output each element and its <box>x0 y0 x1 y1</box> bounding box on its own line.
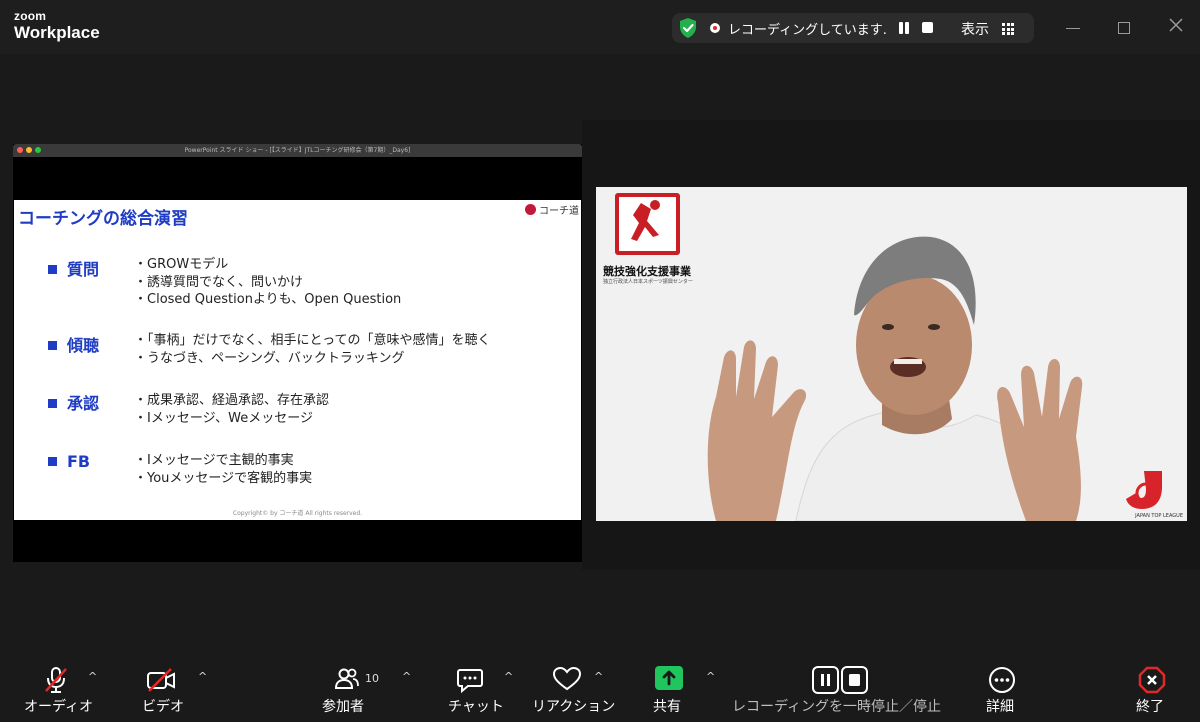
section-heading-text: 承認 <box>67 394 100 413</box>
chat-bubble-icon[interactable] <box>456 666 484 694</box>
heart-icon[interactable] <box>552 666 582 692</box>
recording-status-pill[interactable]: レコーディングしています... 表示 <box>672 13 1034 43</box>
bullet-item: ・Iメッセージで主観的事実 <box>134 453 294 468</box>
presentation-slide: コーチングの総合演習 コーチ道 質問 ・GROWモデル ・誘導質問でなく、問いか… <box>14 200 581 520</box>
chat-label: チャット <box>448 699 504 715</box>
section-heading: 質問 <box>48 256 99 280</box>
bullet-square-icon <box>48 399 57 408</box>
bullet-square-icon <box>48 457 57 466</box>
recording-control-button[interactable]: レコーディングを一時停止／停止 <box>730 656 950 722</box>
minimize-button[interactable] <box>1066 28 1080 29</box>
participant-figure <box>707 236 1162 521</box>
slide-logo: コーチ道 <box>525 202 579 217</box>
share-screen-icon[interactable] <box>655 666 683 690</box>
participants-label: 参加者 <box>322 699 364 715</box>
bullet-square-icon <box>48 341 57 350</box>
app-logo: zoom Workplace <box>14 10 100 41</box>
bullet-item: ・Youメッセージで客観的事実 <box>134 470 313 486</box>
chat-button[interactable]: ^ チャット <box>448 656 518 722</box>
jtl-corner-text: JAPAN TOP LEAGUE <box>1135 513 1183 519</box>
participant-video[interactable]: 競技強化支援事業 独立行政法人日本スポーツ振興センター JAPAN TOP LE… <box>596 187 1187 521</box>
screen-share: PowerPoint スライド ショー - [【スライド】JTLコーチング研修会… <box>13 144 582 562</box>
shared-window-title: PowerPoint スライド ショー - [【スライド】JTLコーチング研修会… <box>184 147 411 154</box>
section-heading-text: FB <box>67 452 91 471</box>
bullet-item: ・「事柄」だけでなく、相手にとっての「意味や感情」を聴く <box>134 333 491 348</box>
end-label: 終了 <box>1136 699 1164 715</box>
microphone-muted-icon[interactable] <box>43 666 69 694</box>
end-meeting-button[interactable]: 終了 <box>1134 656 1174 722</box>
participants-options-chevron-icon[interactable]: ^ <box>402 670 411 683</box>
stop-recording-icon[interactable] <box>922 22 933 33</box>
bullet-square-icon <box>48 265 57 274</box>
share-options-chevron-icon[interactable]: ^ <box>706 670 715 683</box>
brand-small: zoom <box>14 9 47 23</box>
close-window-icon[interactable] <box>1166 15 1186 35</box>
end-meeting-icon[interactable] <box>1138 666 1166 694</box>
audio-options-chevron-icon[interactable]: ^ <box>88 670 97 683</box>
brand-large: Workplace <box>14 23 100 42</box>
bullet-item: ・うなづき、ペーシング、バックトラッキング <box>134 350 405 366</box>
chat-options-chevron-icon[interactable]: ^ <box>504 670 513 683</box>
grid-view-icon[interactable] <box>1002 23 1014 35</box>
meeting-toolbar: ^ オーディオ ^ ビデオ 10 ^ 参加者 ^ チャット ^ リアクション ^… <box>0 656 1200 722</box>
reactions-label: リアクション <box>532 699 616 715</box>
pause-recording-icon[interactable] <box>898 22 910 34</box>
shield-check-icon[interactable] <box>678 17 698 39</box>
section-bullets: ・Iメッセージで主観的事実 ・Youメッセージで客観的事実 <box>134 452 312 487</box>
slide-title: コーチングの総合演習 <box>18 209 188 229</box>
shared-window-titlebar: PowerPoint スライド ショー - [【スライド】JTLコーチング研修会… <box>13 144 582 157</box>
slide-logo-text: コーチ道 <box>539 206 579 217</box>
more-button[interactable]: 詳細 <box>984 656 1024 722</box>
video-button[interactable]: ^ ビデオ <box>140 656 220 722</box>
section-heading-text: 質問 <box>67 260 100 279</box>
reactions-options-chevron-icon[interactable]: ^ <box>594 670 603 683</box>
share-screen-button[interactable]: ^ 共有 <box>650 656 720 722</box>
section-heading: 承認 <box>48 390 99 414</box>
video-label: ビデオ <box>142 699 184 715</box>
participants-count: 10 <box>365 672 379 685</box>
section-heading: FB <box>48 452 90 471</box>
bullet-item: ・Iメッセージ、Weメッセージ <box>134 410 314 426</box>
recording-control-label: レコーディングを一時停止／停止 <box>732 699 942 715</box>
audio-button[interactable]: ^ オーディオ <box>22 656 112 722</box>
bullet-item: ・GROWモデル <box>134 257 229 272</box>
section-bullets: ・GROWモデル ・誘導質問でなく、問いかけ ・Closed Questionよ… <box>134 256 401 309</box>
slide-copyright: Copyright© by コーチ道 All rights reserved. <box>232 510 363 517</box>
coach-logo-icon <box>525 204 536 215</box>
audio-label: オーディオ <box>24 699 94 715</box>
meeting-stage: PowerPoint スライド ショー - [【スライド】JTLコーチング研修会… <box>0 54 1200 656</box>
pause-stop-recording-icon[interactable] <box>812 666 868 694</box>
section-heading: 傾聴 <box>48 332 99 356</box>
bullet-item: ・成果承認、経過承認、存在承認 <box>134 393 330 408</box>
more-label: 詳細 <box>986 699 1014 715</box>
video-options-chevron-icon[interactable]: ^ <box>198 670 207 683</box>
reactions-button[interactable]: ^ リアクション <box>532 656 616 722</box>
section-bullets: ・「事柄」だけでなく、相手にとっての「意味や感情」を聴く ・うなづき、ペーシング… <box>134 332 490 367</box>
bullet-item: ・誘導質問でなく、問いかけ <box>134 274 304 290</box>
bullet-item: ・Closed Questionよりも、Open Question <box>134 292 402 307</box>
recording-status-text: レコーディングしています... <box>728 23 888 38</box>
share-label: 共有 <box>653 699 681 715</box>
participants-button[interactable]: 10 ^ 参加者 <box>320 656 420 722</box>
section-heading-text: 傾聴 <box>67 336 100 355</box>
maximize-button[interactable] <box>1118 22 1130 34</box>
view-button[interactable]: 表示 <box>961 19 989 39</box>
participants-icon[interactable] <box>334 666 360 692</box>
section-bullets: ・成果承認、経過承認、存在承認 ・Iメッセージ、Weメッセージ <box>134 392 329 427</box>
more-dots-icon[interactable] <box>988 666 1016 694</box>
video-camera-off-icon[interactable] <box>146 666 176 694</box>
recording-dot-icon <box>710 23 720 33</box>
title-bar: zoom Workplace レコーディングしています... 表示 <box>0 0 1200 54</box>
